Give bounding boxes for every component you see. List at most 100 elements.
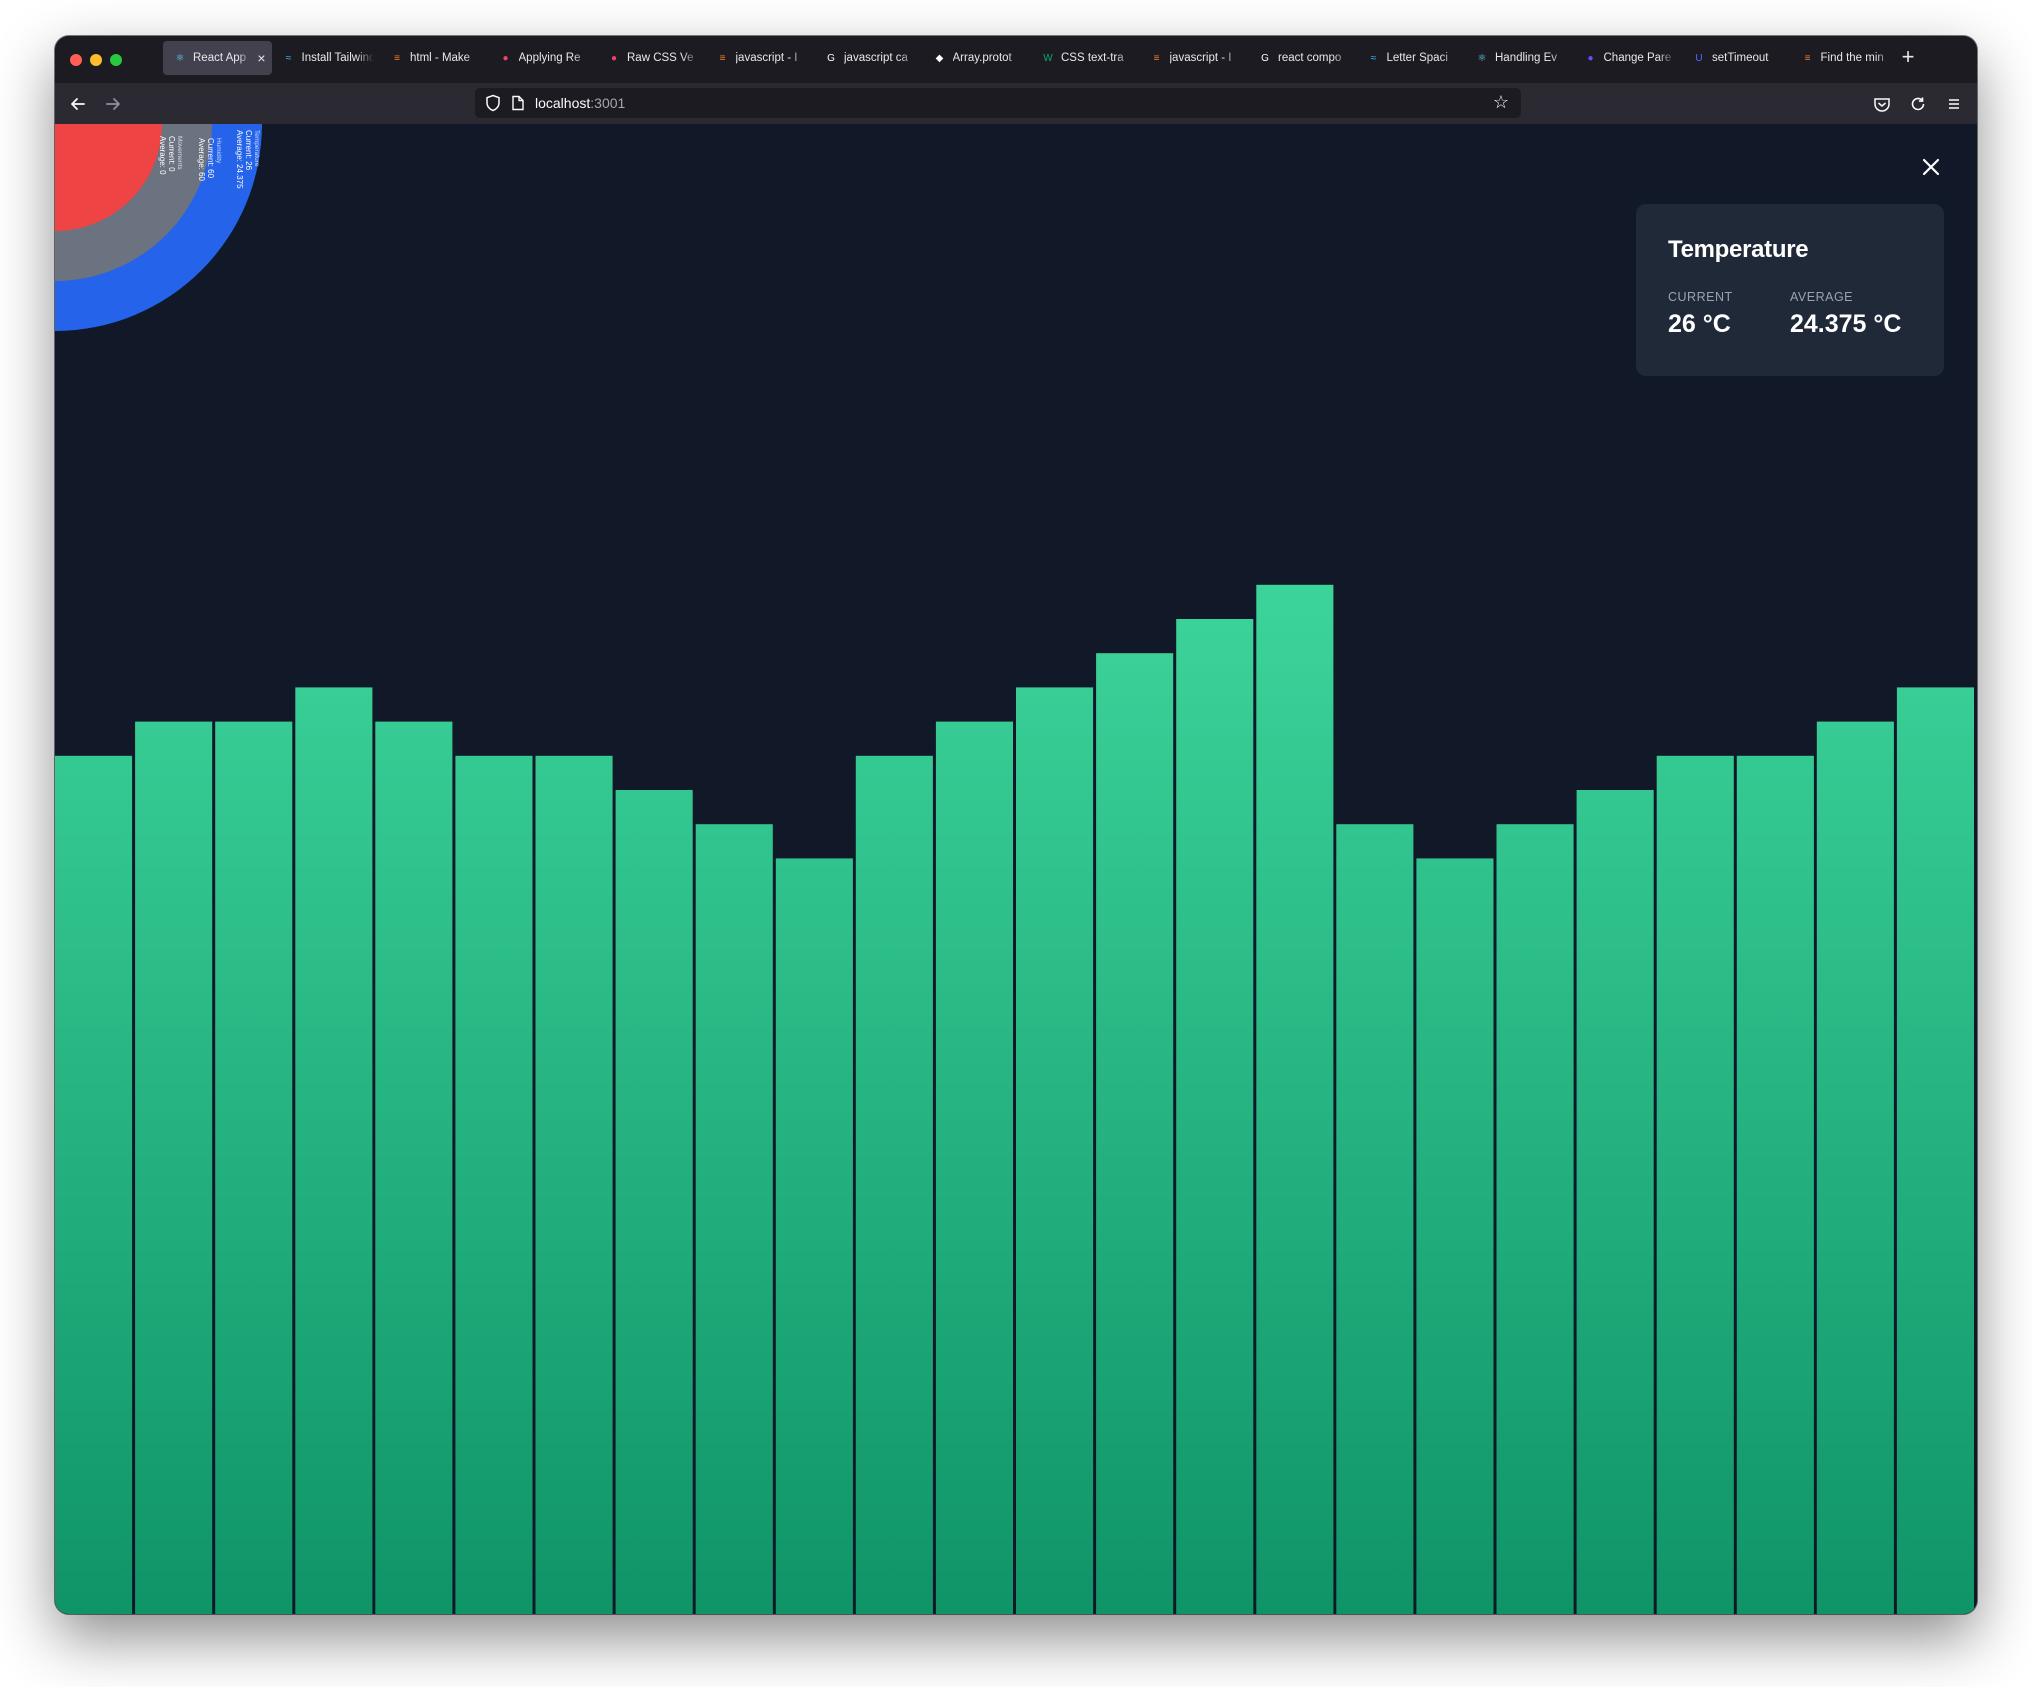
tab-label: CSS text-tra (1061, 52, 1124, 64)
close-window-button[interactable] (70, 54, 82, 66)
url-host: localhost (535, 95, 591, 111)
bar-16 (1256, 584, 1334, 1614)
tab-label: Raw CSS Ve (627, 52, 694, 64)
url-text[interactable]: localhost:3001 (535, 95, 625, 111)
tab-4[interactable]: ● Applying Re (489, 41, 598, 75)
tab-bar: ⚛ React App × ≈ Install Tailwind ≡ html - Make… (55, 36, 1977, 83)
bar-10 (775, 858, 853, 1614)
radial-gauge: Temperature Current: 26 Average: 24.375 … (55, 124, 262, 331)
tab-strip: ⚛ React App × ≈ Install Tailwind ≡ html - Make… (163, 41, 1899, 75)
average-stat: AVERAGE 24.375 °C (1790, 290, 1912, 339)
shield-icon[interactable] (485, 94, 501, 117)
stackoverflow-icon: ≡ (1153, 52, 1160, 64)
google-icon: G (827, 52, 835, 64)
tab-label: Install Tailwind (301, 52, 375, 64)
gauge-movements-current: Current: 0 (167, 136, 176, 172)
bar-6 (455, 755, 533, 1614)
maximize-window-button[interactable] (110, 54, 122, 66)
bookmark-star-icon[interactable]: ☆ (1493, 92, 1509, 113)
tab-9[interactable]: W CSS text-tra (1031, 41, 1140, 75)
card-title: Temperature (1668, 236, 1809, 263)
reload-icon[interactable] (1905, 91, 1931, 117)
bar-5 (375, 721, 453, 1614)
bar-8 (615, 790, 693, 1614)
forward-arrow-icon[interactable] (100, 91, 126, 117)
tab-12[interactable]: ≈ Letter Spaci (1357, 41, 1466, 75)
new-tab-button[interactable]: + (1895, 44, 1921, 70)
bar-23 (1816, 721, 1894, 1614)
tab-8[interactable]: ◆ Array.protot (923, 41, 1032, 75)
bar-11 (855, 755, 933, 1614)
app-icon: ● (1587, 52, 1594, 64)
app-icon: ● (610, 52, 618, 64)
tab-7[interactable]: Gjavascript ca (814, 41, 923, 75)
average-value: 24.375 °C (1790, 310, 1902, 338)
tab-label: Letter Spaci (1386, 52, 1448, 64)
bar-20 (1576, 790, 1654, 1614)
card-stats: CURRENT 26 °C AVERAGE 24.375 °C (1668, 290, 1912, 339)
tab-16[interactable]: ≡ Find the min (1791, 41, 1900, 75)
tab-6[interactable]: ≡ javascript - I (706, 41, 815, 75)
gauge-temperature-average: Average: 24.375 (235, 130, 244, 189)
stackoverflow-icon: ≡ (719, 52, 726, 64)
current-stat: CURRENT 26 °C (1668, 290, 1790, 339)
back-arrow-icon[interactable] (65, 91, 91, 117)
gauge-movements-average: Average: 0 (158, 136, 167, 175)
tab-13[interactable]: ⚛ Handling Ev (1465, 41, 1574, 75)
tab-label: javascript ca (844, 52, 908, 64)
bar-7 (535, 755, 613, 1614)
react-icon: ⚛ (1477, 52, 1487, 64)
bar-17 (1336, 824, 1414, 1614)
bar-9 (695, 824, 773, 1614)
app-icon: ● (502, 52, 509, 64)
tab-label: Handling Ev (1495, 52, 1558, 64)
stackoverflow-icon: ≡ (394, 52, 400, 64)
menu-icon[interactable] (1941, 91, 1967, 117)
navigation-bar: localhost:3001 ☆ (55, 83, 1977, 125)
average-label: AVERAGE (1790, 290, 1854, 304)
tab-2[interactable]: ≈ Install Tailwind (272, 41, 381, 75)
u-icon: U (1695, 52, 1703, 64)
bar-2 (135, 721, 213, 1614)
tailwind-icon: ≈ (285, 52, 292, 64)
w3schools-icon: W (1043, 52, 1053, 64)
tailwind-icon: ≈ (1370, 52, 1377, 64)
gauge-movements-name: Movements (176, 136, 183, 170)
tab-label: javascript - I (1169, 52, 1232, 64)
tab-10[interactable]: ≡ javascript - I (1140, 41, 1249, 75)
tab-15[interactable]: UsetTimeout (1682, 41, 1791, 75)
close-icon[interactable] (1918, 154, 1944, 180)
gauge-temperature-name: Temperature (253, 130, 260, 167)
pocket-icon[interactable] (1869, 91, 1895, 117)
mdn-icon: ◆ (935, 52, 944, 64)
tab-14[interactable]: ● Change Pare (1574, 41, 1683, 75)
close-tab-icon[interactable]: × (257, 50, 265, 66)
bar-3 (215, 721, 293, 1614)
bar-13 (1016, 687, 1094, 1614)
tab-label: Array.protot (952, 52, 1012, 64)
tab-label: Applying Re (518, 52, 581, 64)
tab-5[interactable]: ● Raw CSS Ve (597, 41, 706, 75)
bar-14 (1096, 653, 1174, 1614)
tab-label: React App (193, 52, 247, 64)
current-value: 26 °C (1668, 310, 1731, 338)
url-port: :3001 (590, 95, 626, 111)
bar-19 (1496, 824, 1574, 1614)
react-icon: ⚛ (175, 52, 185, 64)
address-bar[interactable]: localhost:3001 ☆ (475, 88, 1521, 118)
browser-window: ⚛ React App × ≈ Install Tailwind ≡ html - Make… (55, 36, 1977, 1614)
temperature-card: Temperature CURRENT 26 °C AVERAGE 24.375… (1636, 204, 1944, 376)
gauge-humidity-average: Average: 60 (197, 138, 206, 182)
bar-1 (55, 755, 133, 1614)
stackoverflow-icon: ≡ (1804, 52, 1811, 64)
tab-3[interactable]: ≡ html - Make (380, 41, 489, 75)
tab-11[interactable]: Greact compo (1248, 41, 1357, 75)
tab-label: html - Make (410, 52, 471, 64)
bar-12 (935, 721, 1013, 1614)
tab-1[interactable]: ⚛ React App × (163, 41, 272, 75)
tab-label: Change Pare (1603, 52, 1672, 64)
page-content: Temperature Current: 26 Average: 24.375 … (55, 124, 1977, 1614)
bar-24 (1896, 687, 1974, 1614)
minimize-window-button[interactable] (90, 54, 102, 66)
bar-18 (1416, 858, 1494, 1614)
